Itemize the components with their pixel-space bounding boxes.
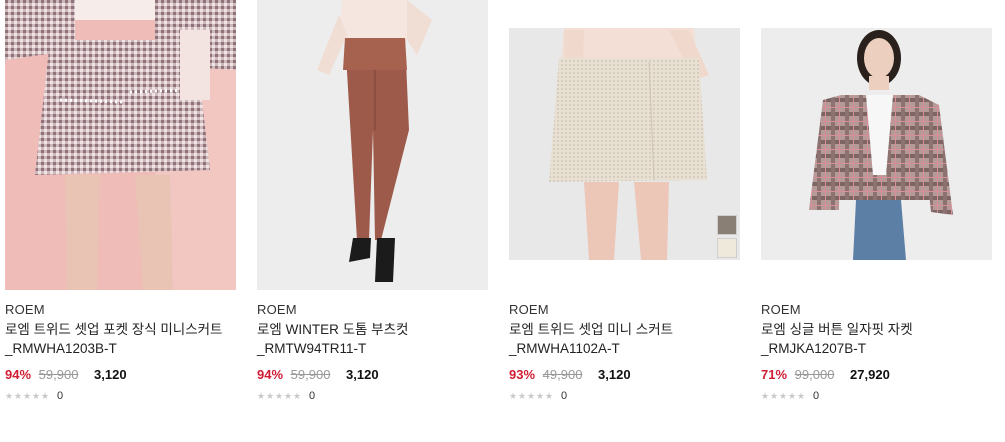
color-swatch[interactable] (717, 215, 737, 235)
price-row: 71% 99,000 27,920 (761, 367, 890, 382)
rating-row: ★ ★ ★ ★ ★ 0 (761, 390, 819, 402)
price-row: 94% 59,900 3,120 (257, 367, 379, 382)
color-swatches (717, 215, 737, 258)
star-icon: ★ (275, 391, 284, 401)
check-jacket-image (761, 0, 992, 290)
original-price: 49,900 (542, 367, 583, 382)
product-image[interactable] (5, 0, 236, 290)
product-brand: ROEM (761, 302, 801, 317)
star-icon: ★ (14, 391, 23, 401)
star-rating: ★ ★ ★ ★ ★ (5, 391, 50, 401)
discount-rate: 93% (509, 367, 536, 382)
product-name[interactable]: 로엠 싱글 버튼 일자핏 자켓 _RMJKA1207B-T (761, 320, 992, 358)
rating-row: ★ ★ ★ ★ ★ 0 (5, 390, 63, 402)
product-name[interactable]: 로엠 트위드 셋업 미니 스커트 _RMWHA1102A-T (509, 320, 740, 358)
star-icon: ★ (293, 391, 302, 401)
star-rating: ★ ★ ★ ★ ★ (761, 391, 806, 401)
star-icon: ★ (509, 391, 518, 401)
star-icon: ★ (518, 391, 527, 401)
discount-rate: 94% (5, 367, 32, 382)
review-count: 0 (57, 390, 64, 402)
rating-row: ★ ★ ★ ★ ★ 0 (257, 390, 315, 402)
star-icon: ★ (770, 391, 779, 401)
product-image[interactable] (257, 0, 488, 290)
original-price: 59,900 (38, 367, 79, 382)
star-icon: ★ (266, 391, 275, 401)
bootcut-pants-image (257, 0, 488, 290)
original-price: 59,900 (290, 367, 331, 382)
star-icon: ★ (797, 391, 806, 401)
price-row: 94% 59,900 3,120 (5, 367, 127, 382)
sale-price: 27,920 (850, 367, 890, 382)
star-icon: ★ (536, 391, 545, 401)
product-name[interactable]: 로엠 WINTER 도톰 부츠컷 _RMTW94TR11-T (257, 320, 488, 358)
sale-price: 3,120 (94, 367, 127, 382)
star-icon: ★ (41, 391, 50, 401)
star-icon: ★ (5, 391, 14, 401)
product-image[interactable] (509, 0, 740, 290)
product-card[interactable]: ROEM 로엠 트위드 셋업 미니 스커트 _RMWHA1102A-T 93% … (509, 0, 740, 442)
sale-price: 3,120 (598, 367, 631, 382)
star-icon: ★ (545, 391, 554, 401)
review-count: 0 (813, 390, 820, 402)
product-card[interactable]: ROEM 로엠 WINTER 도톰 부츠컷 _RMTW94TR11-T 94% … (257, 0, 488, 442)
review-count: 0 (309, 390, 316, 402)
product-brand: ROEM (257, 302, 297, 317)
product-name[interactable]: 로엠 트위드 셋업 포켓 장식 미니스커트 _RMWHA1203B-T (5, 320, 236, 358)
star-icon: ★ (761, 391, 770, 401)
discount-rate: 71% (761, 367, 788, 382)
cream-tweed-skirt-image (509, 0, 740, 290)
star-icon: ★ (257, 391, 266, 401)
star-icon: ★ (527, 391, 536, 401)
star-icon: ★ (779, 391, 788, 401)
star-icon: ★ (788, 391, 797, 401)
star-icon: ★ (32, 391, 41, 401)
tweed-skirt-image (5, 0, 236, 290)
price-row: 93% 49,900 3,120 (509, 367, 631, 382)
rating-row: ★ ★ ★ ★ ★ 0 (509, 390, 567, 402)
star-icon: ★ (284, 391, 293, 401)
review-count: 0 (561, 390, 568, 402)
star-icon: ★ (23, 391, 32, 401)
color-swatch[interactable] (717, 238, 737, 258)
product-grid: ROEM 로엠 트위드 셋업 포켓 장식 미니스커트 _RMWHA1203B-T… (0, 0, 1005, 442)
product-image[interactable] (761, 0, 992, 290)
sale-price: 3,120 (346, 367, 379, 382)
original-price: 99,000 (794, 367, 835, 382)
product-brand: ROEM (509, 302, 549, 317)
product-brand: ROEM (5, 302, 45, 317)
discount-rate: 94% (257, 367, 284, 382)
product-card[interactable]: ROEM 로엠 트위드 셋업 포켓 장식 미니스커트 _RMWHA1203B-T… (5, 0, 236, 442)
star-rating: ★ ★ ★ ★ ★ (257, 391, 302, 401)
product-card[interactable]: ROEM 로엠 싱글 버튼 일자핏 자켓 _RMJKA1207B-T 71% 9… (761, 0, 992, 442)
star-rating: ★ ★ ★ ★ ★ (509, 391, 554, 401)
